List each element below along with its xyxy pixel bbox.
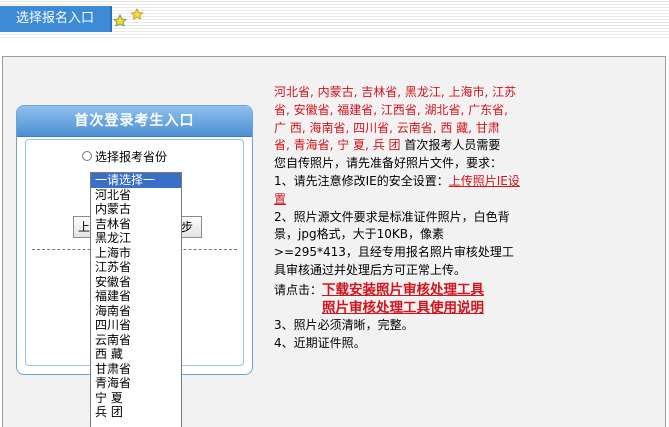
- prep-text: 您自传照片，请先准备好照片文件，要求：: [274, 156, 503, 171]
- radio-label: 选择报考省份: [95, 149, 168, 164]
- item2-text: 2、照片源文件要求是标准证件照片，白色背景，jpg格式，大于10KB，像素>=2…: [274, 209, 514, 277]
- dropdown-option[interactable]: 西 藏: [91, 347, 181, 362]
- stars-icon: [112, 8, 144, 27]
- dropdown-option[interactable]: 上海市: [91, 246, 181, 261]
- info-text: 河北省, 内蒙古, 吉林省, 黑龙江, 上海市, 江苏 省, 安徽省, 福建省,…: [274, 84, 524, 353]
- dropdown-option[interactable]: 江苏省: [91, 260, 181, 275]
- dropdown-option[interactable]: 一请选择一: [91, 173, 181, 188]
- star-green-icon: [112, 13, 128, 27]
- top-bar: 选择报名入口: [0, 0, 669, 38]
- dropdown-option[interactable]: 安徽省: [91, 275, 181, 290]
- dropdown-option[interactable]: 甘肃省: [91, 362, 181, 377]
- dropdown-option[interactable]: 吉林省: [91, 217, 181, 232]
- dropdown-option[interactable]: 云南省: [91, 333, 181, 348]
- tool-manual-link[interactable]: 照片审核处理工具使用说明: [322, 300, 484, 316]
- province-tail: 首次报考人员需要: [400, 138, 501, 153]
- item4-text: 4、近期证件照。: [274, 336, 366, 351]
- click-label: 请点击：: [274, 282, 323, 297]
- dropdown-option[interactable]: 黑龙江: [91, 231, 181, 246]
- item3-text: 3、照片必须清晰，完整。: [274, 318, 414, 333]
- star-yellow-icon: [130, 8, 144, 20]
- dropdown-option[interactable]: 河北省: [91, 188, 181, 203]
- province-list-line4: 省, 青海省, 宁 夏, 兵 团: [274, 138, 401, 153]
- dropdown-option[interactable]: 青海省: [91, 376, 181, 391]
- dropdown-option[interactable]: 海南省: [91, 304, 181, 319]
- dropdown-option[interactable]: 兵 团: [91, 405, 181, 420]
- dropdown-option[interactable]: 内蒙古: [91, 202, 181, 217]
- panel-title: 首次登录考生入口: [17, 106, 252, 137]
- radio-icon[interactable]: [82, 151, 92, 161]
- dropdown-option[interactable]: 福建省: [91, 289, 181, 304]
- dropdown-option[interactable]: 宁 夏: [91, 391, 181, 406]
- tab-select-entry[interactable]: 选择报名入口: [0, 6, 112, 32]
- province-dropdown-list[interactable]: 一请选择一 河北省 内蒙古 吉林省 黑龙江 上海市 江苏省 安徽省 福建省 海南省 四川省 云南省西 …: [90, 172, 182, 427]
- download-tool-link[interactable]: 下载安装照片审核处理工具: [322, 282, 484, 298]
- province-list-line2: 省, 安徽省, 福建省, 江西省, 湖北省, 广东省,: [274, 102, 508, 117]
- item1-text: 1、请先注意修改IE的安全设置：: [274, 173, 449, 188]
- province-list-line3: 广 西, 海南省, 四川省, 云南省, 西 藏, 甘肃: [274, 120, 500, 135]
- province-radio-row[interactable]: 选择报考省份: [82, 148, 167, 164]
- dropdown-option[interactable]: 四川省: [91, 318, 181, 333]
- province-list-line1: 河北省, 内蒙古, 吉林省, 黑龙江, 上海市, 江苏: [274, 85, 517, 99]
